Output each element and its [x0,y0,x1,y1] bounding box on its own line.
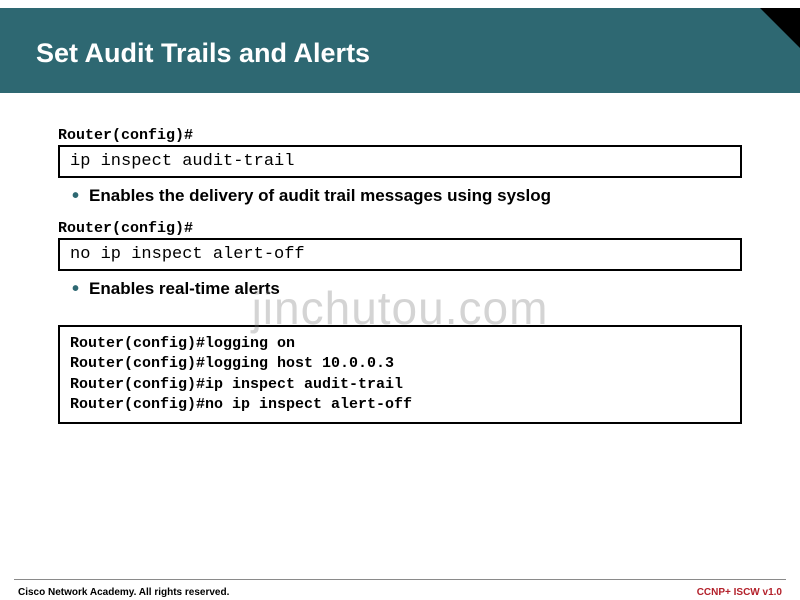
example-line-1: Router(config)#logging on [70,334,730,354]
bullet-dot-icon: • [72,186,79,206]
title-bar: Set Audit Trails and Alerts [0,8,800,93]
bullet-2: • Enables real-time alerts [72,279,742,299]
bullet-1: • Enables the delivery of audit trail me… [72,186,742,206]
bullet-text-1: Enables the delivery of audit trail mess… [89,186,551,206]
example-box: Router(config)#logging on Router(config)… [58,325,742,424]
example-line-2: Router(config)#logging host 10.0.0.3 [70,354,730,374]
footer: Cisco Network Academy. All rights reserv… [0,587,800,598]
bullet-text-2: Enables real-time alerts [89,279,280,299]
prompt-label-2: Router(config)# [58,220,742,237]
corner-accent [760,8,800,48]
example-line-3: Router(config)#ip inspect audit-trail [70,375,730,395]
slide-title: Set Audit Trails and Alerts [36,38,764,69]
prompt-label-1: Router(config)# [58,127,742,144]
footer-left: Cisco Network Academy. All rights reserv… [18,587,229,598]
bullet-dot-icon: • [72,279,79,299]
footer-rule [14,579,786,580]
command-box-2: no ip inspect alert-off [58,238,742,271]
footer-right: CCNP+ ISCW v1.0 [697,587,782,598]
example-line-4: Router(config)#no ip inspect alert-off [70,395,730,415]
command-box-1: ip inspect audit-trail [58,145,742,178]
slide-content: Router(config)# ip inspect audit-trail •… [0,93,800,424]
slide-container: Set Audit Trails and Alerts Router(confi… [0,8,800,600]
